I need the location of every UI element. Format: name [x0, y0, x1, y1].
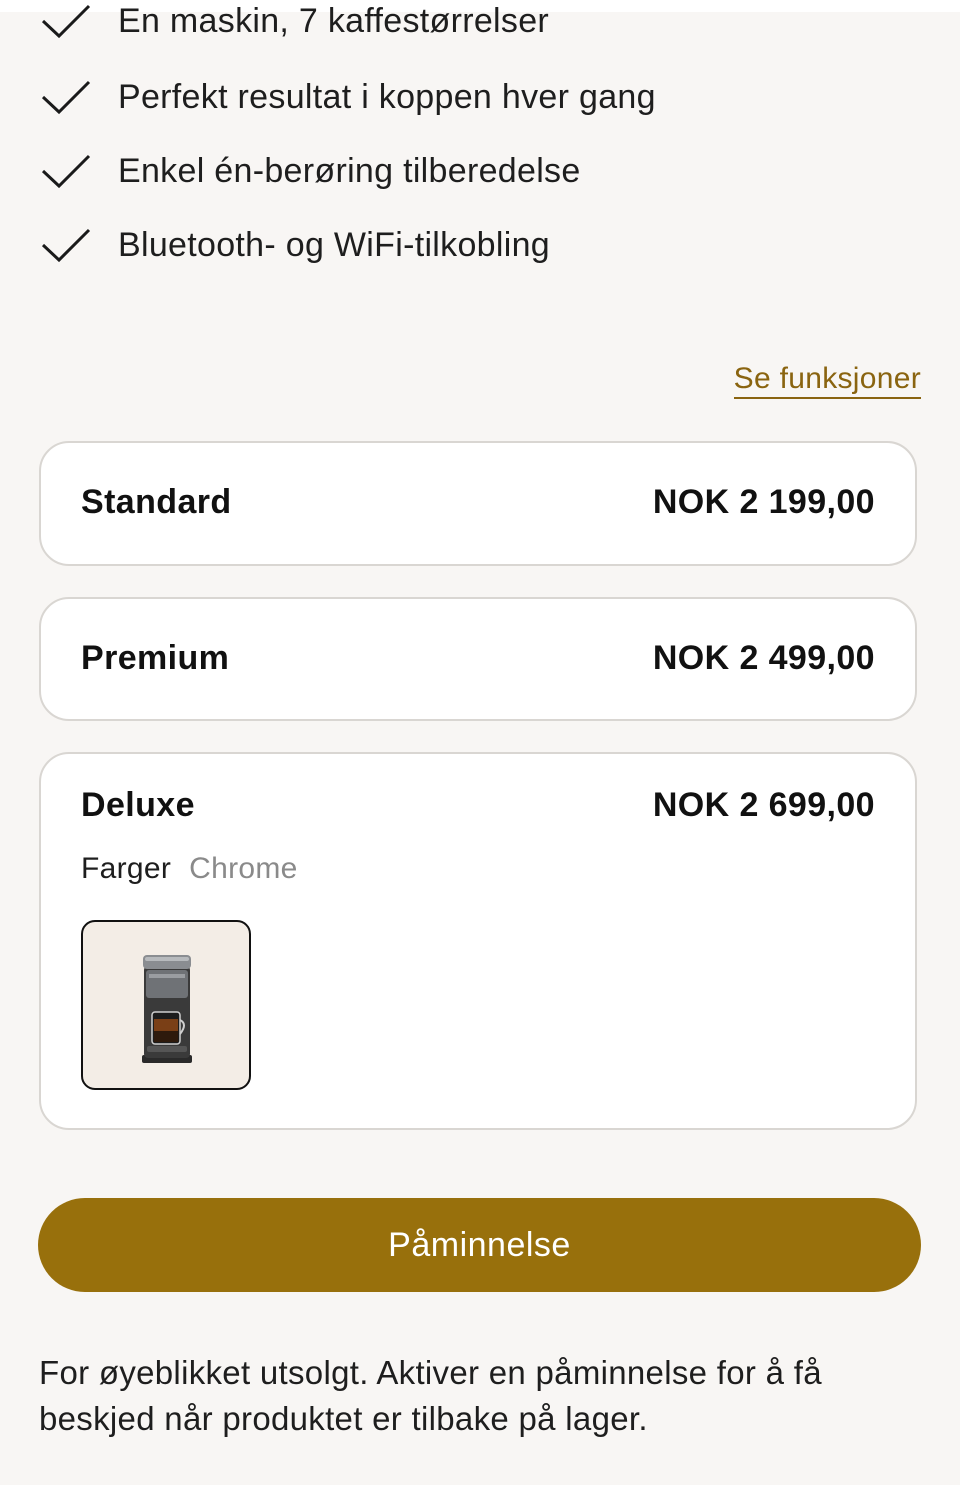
feature-text: Bluetooth- og WiFi-tilkobling [118, 225, 550, 264]
coffee-machine-image [142, 955, 192, 1063]
variant-price: NOK 2 699,00 [652, 786, 875, 824]
feature-item: Bluetooth- og WiFi-tilkobling [40, 220, 550, 270]
variant-option-deluxe[interactable]: Deluxe NOK 2 699,00 Farger Chrome [39, 752, 917, 1130]
checkmark-icon [41, 4, 91, 39]
variant-name: Standard [81, 483, 232, 521]
color-selector-label: Farger Chrome [81, 852, 298, 886]
selected-color: Chrome [189, 852, 298, 885]
variant-option-standard[interactable]: Standard NOK 2 199,00 [39, 441, 917, 566]
colors-label: Farger [81, 852, 172, 885]
feature-text: Enkel én-berøring tilberedelse [118, 151, 581, 190]
color-swatch-chrome[interactable] [81, 920, 251, 1090]
variant-price: NOK 2 499,00 [652, 639, 875, 677]
checkmark-icon [41, 80, 91, 115]
reminder-button[interactable]: Påminnelse [38, 1198, 921, 1292]
variant-option-premium[interactable]: Premium NOK 2 499,00 [39, 597, 917, 721]
feature-text: En maskin, 7 kaffestørrelser [118, 1, 550, 40]
feature-item: Enkel én-berøring tilberedelse [40, 146, 581, 196]
checkmark-icon [41, 154, 91, 189]
feature-item: En maskin, 7 kaffestørrelser [40, 0, 549, 46]
variant-name: Premium [81, 639, 230, 677]
feature-item: Perfekt resultat i koppen hver gang [40, 72, 656, 122]
variant-name: Deluxe [81, 786, 195, 824]
see-features-link[interactable]: Se funksjoner [733, 362, 921, 399]
out-of-stock-notice: For øyeblikket utsolgt. Aktiver en påmin… [39, 1354, 822, 1437]
variant-price: NOK 2 199,00 [652, 483, 875, 521]
feature-text: Perfekt resultat i koppen hver gang [118, 77, 656, 116]
checkmark-icon [41, 228, 91, 263]
